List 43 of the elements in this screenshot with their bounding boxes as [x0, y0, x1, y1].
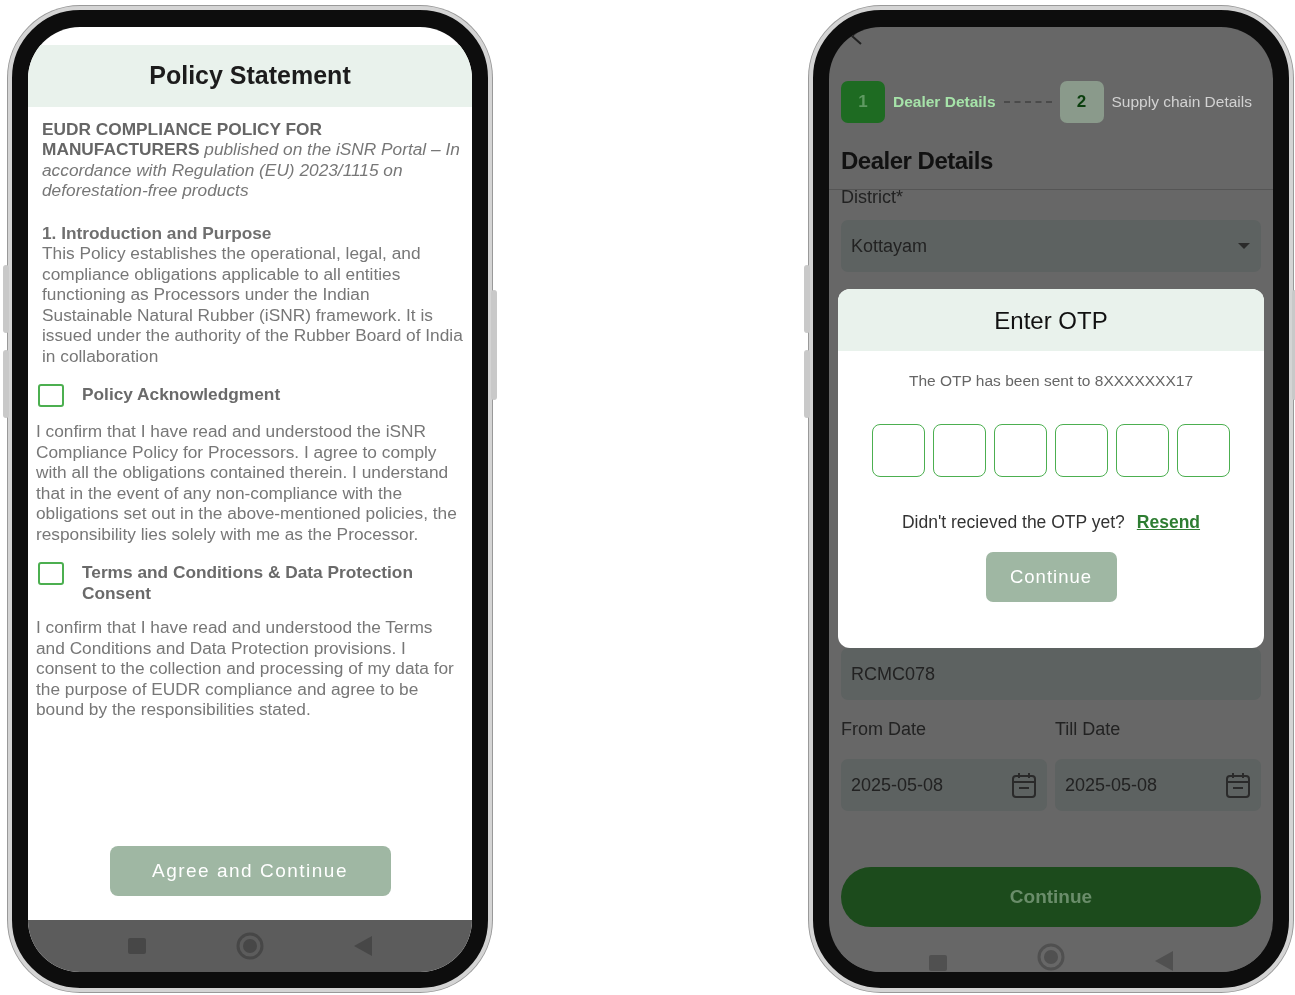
- code-field[interactable]: RCMC078: [841, 648, 1261, 700]
- page-heading: Dealer Details: [829, 143, 1273, 190]
- caret-icon: [1237, 242, 1251, 250]
- home-icon[interactable]: [1036, 942, 1066, 972]
- otp-digit-field[interactable]: [994, 424, 1047, 478]
- district-dropdown[interactable]: Kottayam: [841, 220, 1261, 272]
- dropdown-value: Kottayam: [851, 234, 928, 258]
- back-triangle-icon[interactable]: [1154, 950, 1174, 972]
- checkbox[interactable]: [38, 384, 64, 407]
- resend-link[interactable]: Resend: [1136, 509, 1201, 536]
- square-icon[interactable]: [928, 954, 948, 972]
- step-number[interactable]: 2: [1059, 81, 1104, 123]
- calendar-icon[interactable]: [1011, 771, 1037, 799]
- otp-message: The OTP has been sent to 8XXXXXXX17: [907, 371, 1195, 391]
- field-label: From Date: [841, 718, 928, 741]
- resend-prompt: Didn't recieved the OTP yet?: [901, 511, 1125, 535]
- date-field[interactable]: 2025-05-08: [841, 759, 1047, 811]
- otp-digit-field[interactable]: [1116, 424, 1169, 478]
- otp-digit-field[interactable]: [1055, 424, 1108, 478]
- policy-intro: EUDR COMPLIANCE POLICY FOR MANUFACTURERS published on the iSNR Portal – In accordance with Regulation (EU) 2023/1115 on deforestation-free products: [42, 118, 461, 201]
- checkbox-label: Terms and Conditions & Data Protection Consent: [82, 562, 414, 603]
- otp-digit-field[interactable]: [872, 424, 925, 478]
- otp-digit-field[interactable]: [933, 424, 986, 478]
- field-label: Till Date: [1055, 718, 1122, 741]
- calendar-icon[interactable]: [1225, 771, 1251, 799]
- checkbox[interactable]: [38, 562, 64, 585]
- section-body: This Policy establishes the operational, legal, and compliance obligations applicable to all entities functioning as Processors under the Indian Sustainable Natural Rubber (iSNR) framework. It is issued under the authority of the Rubber Board of India in collaboration: [42, 243, 464, 366]
- date-field[interactable]: 2025-05-08: [1055, 759, 1261, 811]
- otp-digit-field[interactable]: [1177, 424, 1230, 478]
- section-heading: 1. Introduction and Purpose: [42, 222, 273, 243]
- field-value: RCMC078: [851, 662, 936, 686]
- continue-button[interactable]: Continue: [841, 867, 1261, 927]
- consent-text: I confirm that I have read and understood the Terms and Conditions and Data Protection provisions. I consent to the collection and processing of my data for the purpose of EUDR compliance and agree to be bound by the responsibilities stated.: [36, 617, 455, 720]
- screen-title: Policy Statement: [28, 45, 472, 107]
- step-label: Supply chain Details: [1111, 92, 1252, 113]
- step-label: Dealer Details: [893, 92, 996, 113]
- field-label: District*: [841, 190, 904, 204]
- step-number[interactable]: 1: [841, 81, 885, 123]
- field-value: 2025-05-08: [851, 773, 944, 797]
- consent-text: I confirm that I have read and understood the iSNR Compliance Policy for Processors. I agree to comply with all the obligations contained therein. I understand that in the event of any non-compliance with the obligations set out in the above-mentioned policies, the responsibility lies solely with me as the Processor.: [36, 421, 458, 544]
- field-value: 2025-05-08: [1065, 773, 1158, 797]
- dialog-title: Enter OTP: [838, 289, 1264, 351]
- checkbox-label: Policy Acknowledgment: [82, 384, 281, 405]
